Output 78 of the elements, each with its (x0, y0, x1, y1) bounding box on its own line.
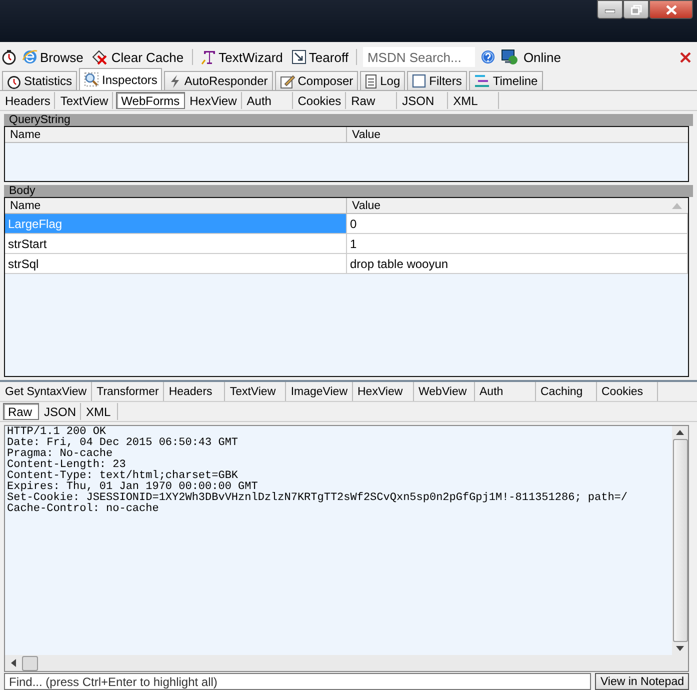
horizontal-scrollbar[interactable] (5, 655, 688, 671)
column-header[interactable]: Value (347, 127, 688, 142)
toolbar-button[interactable]: TextWizard (198, 47, 285, 67)
column-header[interactable]: Name (5, 127, 347, 142)
tab[interactable]: ImageView (286, 382, 352, 401)
tab[interactable]: Raw (347, 92, 398, 109)
scroll-left-icon (11, 659, 16, 667)
tab[interactable]: Log (360, 71, 406, 90)
tab[interactable]: JSON (398, 92, 448, 109)
response-text: HTTP/1.1 200 OK Date: Fri, 04 Dec 2015 06:50:43 GMT Pragma: No-cache Content-Length: 23 Content-Type: text/html;charset=GBK Expires: Thu, 01 Jan 1970 00:00:00 GMT Set-Cookie: JSESSIONID=1XY2Wh3DBvVHznlDzlzN7KRTgTT2sWf2SCvQxn5sp0n2pGfGpj1M!-811351286; path=/ Cache-Control: no-cache (6, 426, 629, 517)
close-button[interactable] (649, 0, 693, 19)
stopwatch-icon (2, 49, 16, 65)
toolbar-button[interactable]: Clear Cache (89, 47, 186, 67)
tab[interactable]: Composer (274, 71, 358, 90)
minimize-icon (605, 6, 615, 12)
document-icon (365, 74, 378, 88)
table-cell[interactable]: 1 (347, 234, 688, 253)
pencil-note-icon (280, 74, 295, 88)
checkbox-icon (412, 74, 426, 88)
tab[interactable]: Filters (407, 71, 467, 90)
tab[interactable]: Headers (1, 92, 56, 109)
section-header: QueryString (4, 114, 693, 126)
tab[interactable]: Cookies (294, 92, 346, 109)
tab[interactable]: AutoResponder (164, 71, 273, 90)
tearoff-icon (290, 49, 307, 65)
vertical-scrollbar[interactable] (672, 426, 688, 655)
tab[interactable]: Headers (164, 382, 225, 401)
table-cell[interactable]: 0 (347, 214, 688, 233)
tab[interactable]: Caching (536, 382, 596, 401)
close-icon (666, 4, 676, 14)
close-button[interactable] (680, 52, 691, 62)
tab[interactable]: Auth (242, 92, 293, 109)
maximize-button[interactable] (623, 0, 649, 19)
scroll-up-icon (676, 430, 684, 435)
timeline-icon (474, 74, 490, 88)
toolbar-button[interactable]: Tearoff (288, 47, 350, 67)
globe-e-icon (22, 49, 38, 65)
column-header[interactable]: Name (5, 198, 347, 213)
stopwatch-icon (7, 74, 21, 88)
magnifier-icon (84, 72, 100, 87)
table-cell[interactable]: drop table wooyun (347, 254, 688, 273)
table-cell[interactable]: strStart (5, 234, 347, 253)
tab[interactable]: Timeline (468, 71, 543, 90)
tab[interactable]: WebForms (116, 92, 185, 109)
toolbar-button[interactable]: Browse (20, 47, 86, 67)
toolbar-button[interactable]: Online (499, 47, 564, 67)
tab[interactable]: JSON (40, 403, 82, 420)
minimize-button[interactable] (597, 0, 623, 19)
tab[interactable]: HexView (186, 92, 242, 109)
tab[interactable]: Inspectors (79, 68, 162, 90)
clear-cache-icon (91, 49, 110, 65)
help-button[interactable] (481, 50, 496, 64)
tab[interactable]: Get SyntaxView (1, 382, 92, 401)
view-in-notepad-button[interactable]: View in Notepad (595, 673, 689, 690)
sort-arrow-icon (672, 203, 682, 209)
column-header[interactable]: Value (347, 198, 688, 213)
tab[interactable]: Auth (476, 382, 536, 401)
find-field[interactable]: Find... (press Ctrl+Enter to highlight all) (4, 673, 592, 690)
lightning-icon (169, 74, 182, 88)
search-field[interactable]: MSDN Search... (363, 47, 476, 67)
tab[interactable]: TextView (56, 92, 114, 109)
tab[interactable]: XML (82, 403, 118, 420)
help-icon (481, 50, 496, 64)
tab[interactable]: HexView (354, 382, 414, 401)
tab[interactable]: Transformer (92, 382, 164, 401)
scroll-down-icon (676, 646, 684, 651)
close-icon (680, 52, 691, 62)
tab[interactable]: Raw (3, 403, 39, 420)
text-wizard-icon (200, 49, 217, 65)
section-header: Body (4, 185, 693, 197)
table-cell[interactable]: strSql (5, 254, 347, 273)
scroll-thumb[interactable] (22, 656, 38, 670)
restore-icon (630, 4, 642, 14)
tab[interactable]: XML (449, 92, 500, 109)
tab[interactable]: Cookies (598, 382, 658, 401)
tab[interactable]: TextView (226, 382, 286, 401)
tab[interactable]: WebView (414, 382, 474, 401)
tab[interactable]: Statistics (2, 71, 78, 90)
